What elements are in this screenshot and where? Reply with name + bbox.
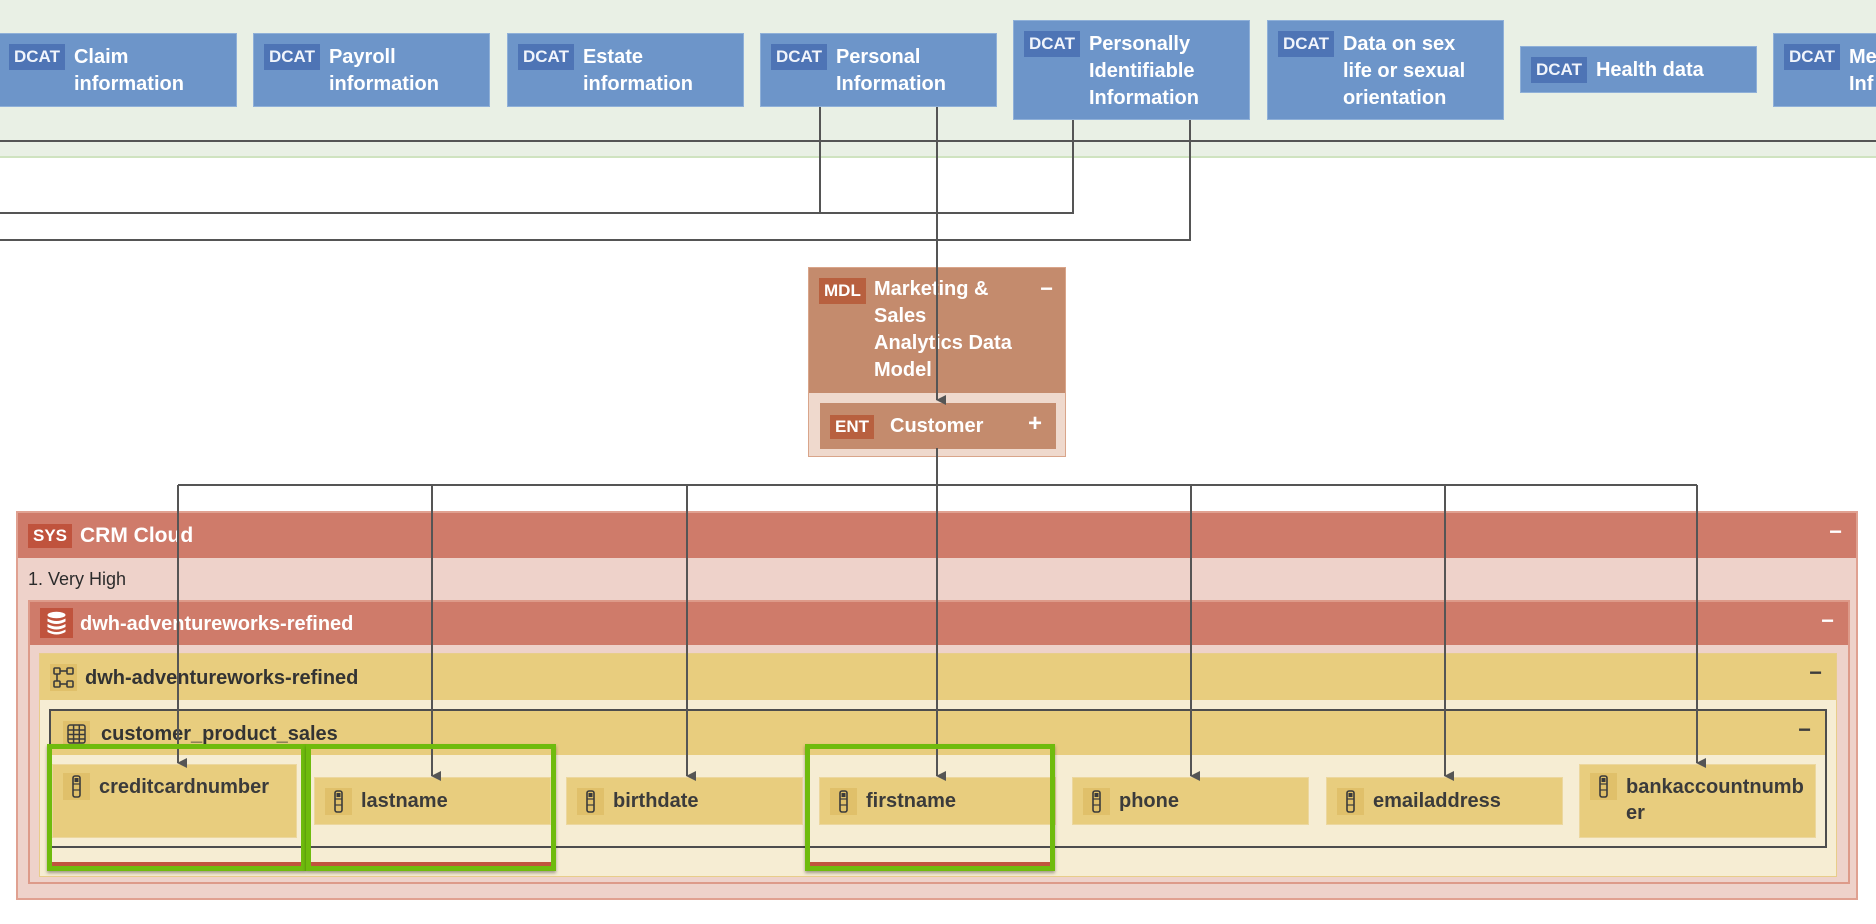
dcat-label: Personal Information	[835, 46, 946, 95]
collapse-icon[interactable]: −	[1798, 717, 1811, 743]
dcat-tag: DCAT	[264, 44, 320, 70]
column-name: emailaddress	[1373, 790, 1501, 812]
dcat-estate-information[interactable]: DCAT Estate information	[507, 33, 744, 107]
highlight-frame	[805, 744, 1055, 871]
column-birthdate[interactable]: birthdate	[566, 777, 803, 825]
dcat-payroll-information[interactable]: DCAT Payroll information	[253, 33, 490, 107]
highlight-bottom-bar	[810, 862, 1050, 866]
dcat-label: Estate information	[582, 46, 693, 95]
dcat-label: Personally Identifiable Information	[1088, 33, 1199, 109]
schema-icon	[50, 664, 77, 691]
dcat-tag: DCAT	[771, 44, 827, 70]
dcat-tag: DCAT	[1531, 57, 1587, 83]
schema-title: dwh-adventureworks-refined	[85, 667, 359, 689]
highlight-bottom-bar	[311, 862, 551, 866]
lineage-diagram: DCAT Claim information DCAT Payroll info…	[0, 0, 1876, 924]
dcat-label: Health data	[1595, 59, 1704, 81]
column-name: birthdate	[613, 790, 699, 812]
dcat-label: Claim information	[73, 46, 184, 95]
column-icon	[577, 788, 604, 815]
dcat-health-data[interactable]: DCAT Health data	[1520, 46, 1757, 93]
column-icon	[1337, 788, 1364, 815]
entity-tag: ENT	[830, 415, 874, 439]
collapse-icon[interactable]: −	[1821, 608, 1834, 634]
model-tag: MDL	[819, 278, 866, 304]
entity-customer[interactable]: ENT Customer +	[820, 403, 1056, 449]
database-header[interactable]: dwh-adventureworks-refined −	[30, 602, 1848, 645]
highlight-frame	[47, 744, 306, 871]
dcat-claim-information[interactable]: DCAT Claim information	[0, 33, 237, 107]
dcat-tag: DCAT	[1278, 31, 1334, 57]
dcat-personal-information[interactable]: DCAT Personal Information	[760, 33, 997, 107]
collapse-icon[interactable]: −	[1829, 519, 1842, 545]
dcat-tag: DCAT	[1024, 31, 1080, 57]
dcat-sex-life-orientation[interactable]: DCAT Data on sex life or sexual orientat…	[1267, 20, 1504, 120]
dcat-label: Me Inf	[1848, 46, 1876, 95]
dcat-medical-information[interactable]: DCAT Me Inf	[1773, 33, 1876, 107]
criticality-label: 1. Very High	[28, 569, 127, 589]
highlight-bottom-bar	[52, 862, 301, 866]
column-icon	[1590, 773, 1617, 800]
system-tag: SYS	[28, 524, 73, 548]
database-title: dwh-adventureworks-refined	[80, 613, 354, 635]
column-emailaddress[interactable]: emailaddress	[1326, 777, 1563, 825]
system-title: CRM Cloud	[80, 524, 194, 547]
dcat-label: Payroll information	[328, 46, 439, 95]
dcat-label: Data on sex life or sexual orientation	[1342, 33, 1466, 109]
entity-title: Customer	[890, 415, 984, 437]
data-model-node[interactable]: MDL Marketing & Sales Analytics Data Mod…	[808, 267, 1066, 457]
column-bankaccountnumber[interactable]: bankaccountnumber	[1579, 764, 1816, 838]
database-icon	[40, 608, 73, 638]
model-title: Marketing & Sales Analytics Data Model	[874, 278, 1012, 381]
highlight-frame	[306, 744, 556, 871]
column-phone[interactable]: phone	[1072, 777, 1309, 825]
system-header[interactable]: SYS CRM Cloud −	[18, 513, 1856, 558]
data-model-header: MDL Marketing & Sales Analytics Data Mod…	[809, 268, 1065, 393]
dcat-personally-identifiable-information[interactable]: DCAT Personally Identifiable Information	[1013, 20, 1250, 120]
column-name: bankaccountnumber	[1626, 776, 1804, 824]
column-icon	[1083, 788, 1110, 815]
schema-header[interactable]: dwh-adventureworks-refined −	[40, 654, 1836, 700]
collapse-icon[interactable]: −	[1809, 660, 1822, 686]
column-name: phone	[1119, 790, 1179, 812]
collapse-icon[interactable]: −	[1040, 276, 1053, 302]
dcat-tag: DCAT	[9, 44, 65, 70]
dcat-tag: DCAT	[518, 44, 574, 70]
dcat-tag: DCAT	[1784, 44, 1840, 70]
expand-icon[interactable]: +	[1028, 410, 1042, 438]
